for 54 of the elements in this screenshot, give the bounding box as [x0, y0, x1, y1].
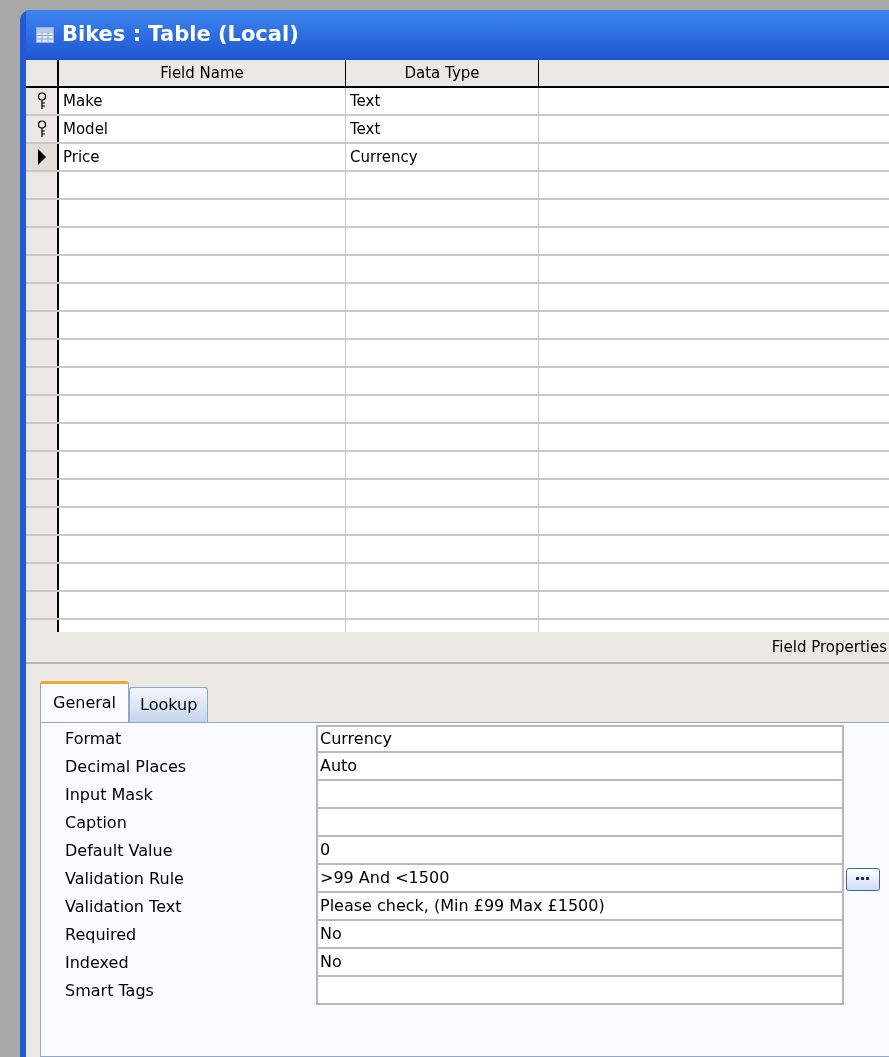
property-value-field[interactable]: Please check, (Min £99 Max £1500)	[316, 893, 844, 921]
tab[interactable]: Lookup	[129, 687, 209, 722]
property-label: Indexed	[65, 952, 130, 974]
window-title: Bikes : Table (Local)	[62, 21, 299, 49]
empty-grid-row[interactable]	[26, 452, 889, 480]
empty-grid-row[interactable]	[26, 312, 889, 340]
property-value-field[interactable]	[316, 809, 844, 837]
field-name-cell[interactable]: Make	[59, 88, 346, 114]
empty-grid-row[interactable]	[26, 200, 889, 228]
data-type-cell[interactable]: Text	[346, 88, 539, 114]
property-label: Required	[65, 924, 138, 946]
tab[interactable]: General	[40, 681, 130, 722]
empty-grid-row[interactable]	[26, 592, 889, 620]
property-label: Validation Rule	[65, 868, 185, 890]
empty-grid-row[interactable]	[26, 480, 889, 508]
empty-grid-row[interactable]	[26, 340, 889, 368]
property-label: Validation Text	[65, 896, 183, 918]
empty-grid-row[interactable]	[26, 424, 889, 452]
row-selector[interactable]	[26, 144, 59, 170]
column-header: Data Type	[346, 60, 539, 86]
row-selector[interactable]	[26, 116, 59, 142]
current-row-arrow-icon	[36, 148, 47, 166]
empty-grid-row[interactable]	[26, 228, 889, 256]
empty-grid-row[interactable]	[26, 536, 889, 564]
empty-grid-row[interactable]	[26, 284, 889, 312]
property-value-field[interactable]: Auto	[316, 753, 844, 781]
property-label: Smart Tags	[65, 980, 155, 1002]
row-selector[interactable]	[26, 88, 59, 114]
property-value-field[interactable]	[316, 977, 844, 1005]
table-icon	[36, 27, 54, 43]
empty-grid-row[interactable]	[26, 368, 889, 396]
property-label: Format	[65, 728, 123, 750]
data-type-cell[interactable]: Text	[346, 116, 539, 142]
builder-button[interactable]	[846, 867, 880, 891]
property-label: Caption	[65, 812, 128, 834]
property-value-field[interactable]: >99 And <1500	[316, 865, 844, 893]
property-label: Default Value	[65, 840, 174, 862]
field-name-cell[interactable]: Price	[59, 144, 346, 170]
property-value-field[interactable]: No	[316, 921, 844, 949]
empty-grid-row[interactable]	[26, 564, 889, 592]
ellipsis-icon	[856, 877, 870, 881]
empty-grid-row[interactable]	[26, 508, 889, 536]
property-value-field[interactable]	[316, 781, 844, 809]
field-name-cell[interactable]: Model	[59, 116, 346, 142]
empty-grid-row[interactable]	[26, 396, 889, 424]
property-value-field[interactable]: Currency	[316, 725, 844, 753]
property-label: Decimal Places	[65, 756, 188, 778]
property-label: Input Mask	[65, 784, 154, 806]
empty-grid-row[interactable]	[26, 256, 889, 284]
property-value-field[interactable]: 0	[316, 837, 844, 865]
data-type-cell[interactable]: Currency	[346, 144, 539, 170]
column-header: Field Name	[59, 60, 346, 86]
property-value-field[interactable]: No	[316, 949, 844, 977]
section-title: Field Properties	[771, 636, 887, 658]
